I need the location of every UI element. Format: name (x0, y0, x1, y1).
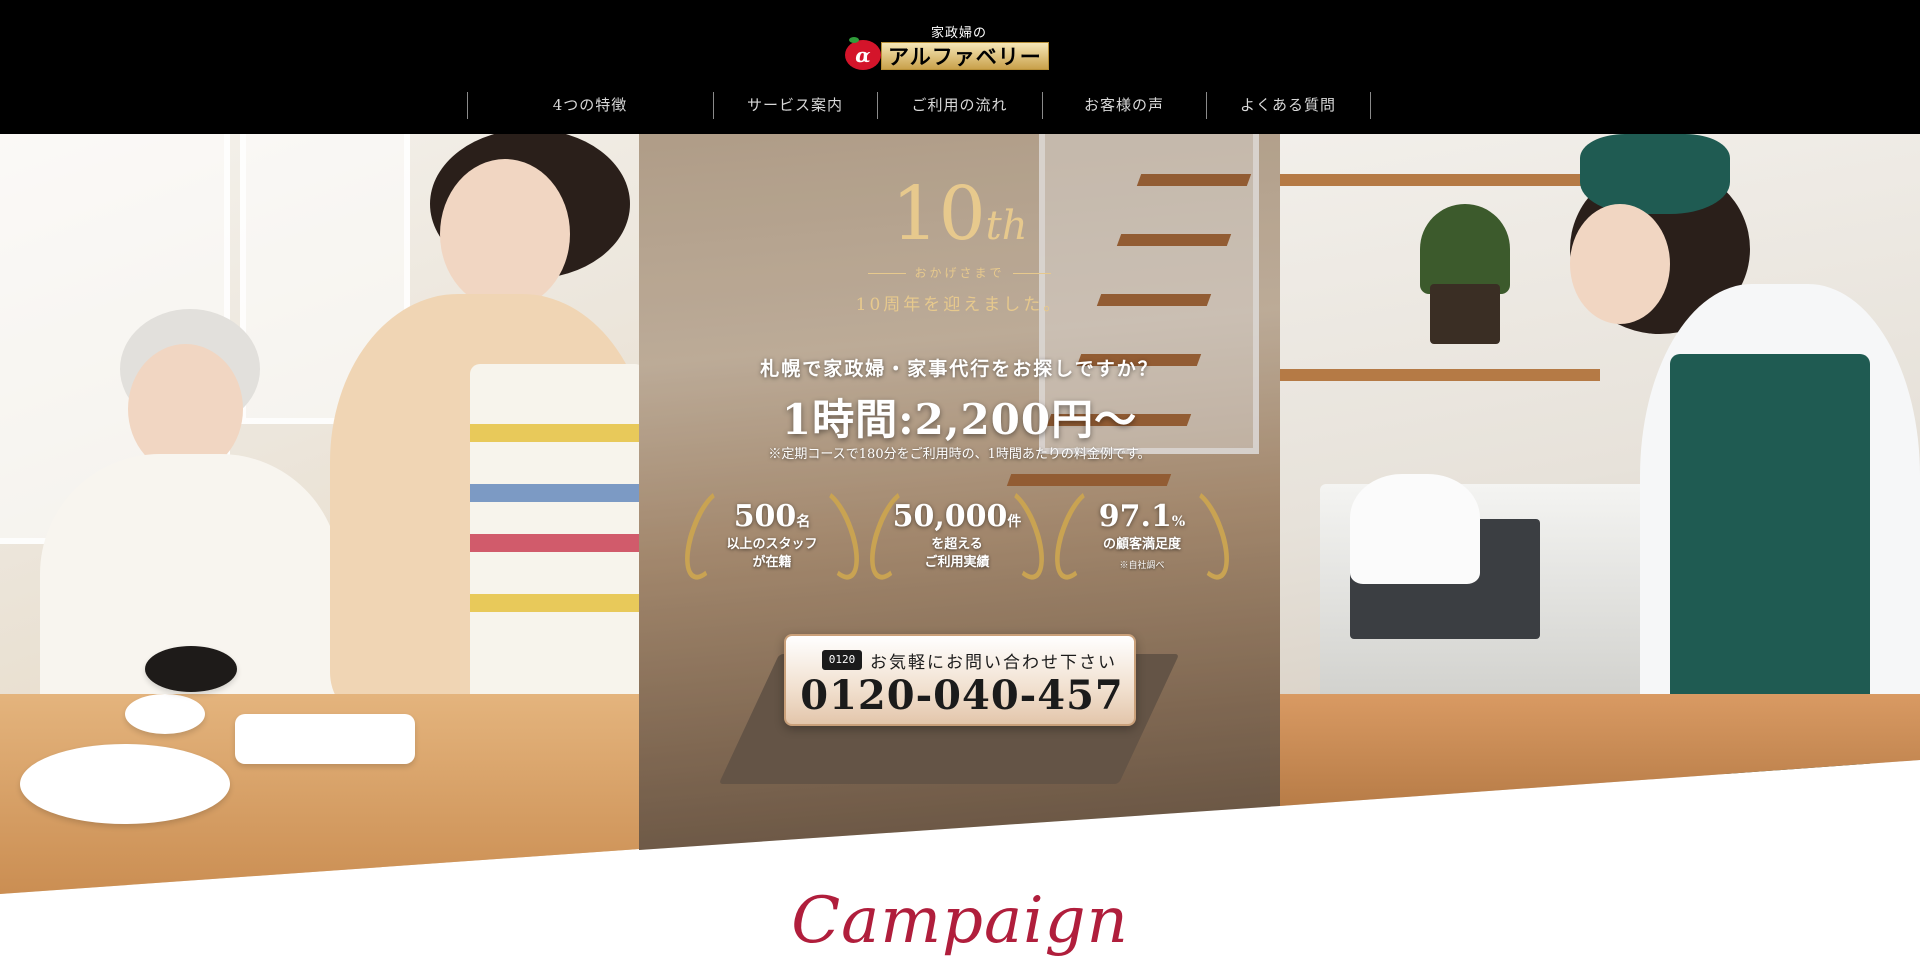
nav-divider (1370, 92, 1371, 119)
contact-phone-button[interactable]: 0120 お気軽にお問い合わせ下さい 0120-040-457 (784, 634, 1136, 726)
nav-item-services[interactable]: サービス案内 (713, 92, 877, 119)
nav-item-faq[interactable]: よくある質問 (1206, 92, 1370, 119)
contact-phone-number: 0120-040-457 (800, 672, 1124, 719)
anniversary-years: 10周年を迎えました。 (855, 295, 1064, 315)
soup-bowl (145, 646, 237, 692)
badge-usage: 50,000件 を超える ご利用実績 (859, 482, 1055, 590)
badge-unit: 件 (1007, 514, 1022, 530)
worker-face (1570, 204, 1670, 324)
plant-pot (1430, 284, 1500, 344)
kitchen-shelf (1280, 369, 1600, 381)
cleaning-towel (1350, 474, 1480, 584)
badge-caption: を超える ご利用実績 (924, 537, 990, 570)
badge-unit: 名 (796, 514, 811, 530)
worker-bandana (1580, 134, 1730, 214)
hero-photo-kitchen-cleaning (1280, 134, 1920, 806)
hero-lead: 札幌で家政婦・家事代行をお探しですか？ (760, 358, 1159, 380)
anniversary-number: 10th (891, 171, 1028, 257)
nav-item-flow[interactable]: ご利用の流れ (877, 92, 1042, 119)
badge-staff: 500名 以上のスタッフ が在籍 (674, 482, 870, 590)
site-logo[interactable]: 家政婦の α アルファベリー (845, 22, 1075, 72)
fish-plate (235, 714, 415, 764)
nav-item-voices[interactable]: お客様の声 (1042, 92, 1206, 119)
small-bowl (125, 694, 205, 734)
site-header: 家政婦の α アルファベリー 4つの特徴 サービス案内 ご利用の流れ お客様の声… (0, 0, 1920, 134)
kitchen-counter (1280, 694, 1920, 806)
badge-number: 500名 (733, 499, 811, 534)
hero-photo-living-room: 10th おかげさまで 10周年を迎えました。 札幌で家政婦・家事代行をお探しで… (639, 134, 1280, 850)
apron-stripe (470, 484, 639, 502)
caregiver-face (440, 159, 570, 309)
logo-name: アルファベリー (881, 42, 1049, 70)
price-note: ※定期コースで180分をご利用時の、1時間あたりの料金例です。 (768, 447, 1151, 462)
hero-section: 10th おかげさまで 10周年を迎えました。 札幌で家政婦・家事代行をお探しで… (0, 134, 1920, 958)
badge-caption: 以上のスタッフ が在籍 (726, 537, 818, 570)
badge-number: 50,000件 (892, 499, 1022, 534)
apron-stripe (470, 424, 639, 442)
caregiver-apron (470, 364, 639, 744)
badge-number: 97.1% (1098, 499, 1186, 534)
hero-photo-elderly-meal (0, 134, 639, 894)
contact-label: お気軽にお問い合わせ下さい (870, 653, 1117, 673)
potted-plant (1420, 204, 1510, 294)
kitchen-shelf (1280, 174, 1600, 186)
salad-plate (20, 744, 230, 824)
anniversary-suffix: th (985, 203, 1028, 249)
nav-item-features[interactable]: 4つの特徴 (467, 92, 713, 119)
badge-caption: の顧客満足度 (1102, 537, 1181, 552)
logo-tagline: 家政婦の (931, 26, 988, 41)
anniversary-thanks: おかげさまで (639, 264, 1280, 281)
apron-stripe (470, 594, 639, 612)
badge-unit: % (1171, 514, 1186, 530)
campaign-heading: Campaign (791, 884, 1129, 958)
badge-footnote: ※自社調べ (1119, 561, 1165, 571)
hero-price: 1時間:2,200円～ (781, 395, 1138, 444)
logo-mark-icon: α (845, 37, 881, 70)
apron-stripe (470, 534, 639, 552)
freedial-icon: 0120 (822, 650, 862, 670)
badge-satisfaction: 97.1% の顧客満足度 ※自社調べ (1044, 482, 1240, 590)
